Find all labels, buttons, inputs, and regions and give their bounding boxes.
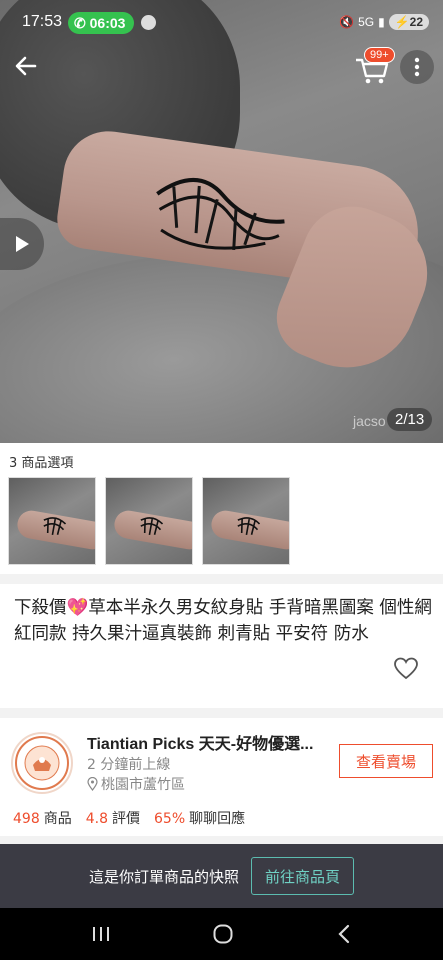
stat-value: 4.8 (85, 811, 108, 827)
section-divider (0, 836, 443, 844)
status-right: 🔇 5G ▮ ⚡22 (339, 14, 429, 30)
gallery-page-indicator: 2/13 (387, 408, 433, 431)
image-watermark: jacso (353, 413, 386, 429)
more-button[interactable] (400, 50, 434, 84)
more-vertical-icon (414, 57, 420, 77)
stat-label: 評價 (112, 811, 140, 827)
shop-location-text: 桃園市蘆竹區 (101, 777, 185, 793)
stat-value: 65% (154, 811, 186, 827)
cart-badge: 99+ (364, 47, 395, 63)
view-shop-button[interactable]: 查看賣場 (339, 744, 433, 778)
thumb-tattoo (237, 517, 261, 536)
thumb-tattoo (43, 517, 67, 536)
go-to-product-button[interactable]: 前往商品頁 (251, 857, 355, 895)
shop-name[interactable]: Tiantian Picks 天天-好物優選... (87, 730, 327, 754)
home-icon[interactable] (212, 923, 234, 945)
thumb-tattoo (140, 517, 164, 536)
shop-avatar[interactable] (11, 732, 73, 794)
phone-icon: ✆ (74, 15, 90, 31)
call-indicator[interactable]: ✆ 06:03 (68, 12, 135, 34)
variant-count-label: 3 商品選項 (9, 456, 74, 471)
stat-products[interactable]: 498 商品 (13, 808, 72, 828)
section-divider (0, 574, 443, 584)
shop-last-active: 2 分鐘前上線 (87, 757, 171, 773)
stat-chat-response[interactable]: 65% 聊聊回應 (154, 808, 245, 828)
section-divider (0, 708, 443, 718)
shop-location: 桃園市蘆竹區 (87, 774, 185, 794)
stat-rating[interactable]: 4.8 評價 (86, 808, 140, 828)
recent-apps-icon[interactable] (91, 925, 111, 943)
play-icon (16, 236, 29, 252)
shop-logo (15, 736, 69, 790)
snapshot-bar: 這是你訂單商品的快照 前往商品頁 (0, 844, 443, 908)
back-button[interactable] (8, 48, 44, 84)
variant-thumbnail-1[interactable] (8, 477, 96, 565)
back-arrow-icon (15, 56, 37, 76)
heart-icon (394, 657, 418, 680)
messenger-icon (141, 15, 156, 30)
like-button[interactable] (393, 656, 419, 682)
product-title: 下殺價💖草本半永久男女紋身貼 手背暗黑圖案 個性網紅同款 持久果汁逼真裝飾 刺青… (14, 598, 432, 644)
variant-thumbnail-2[interactable] (105, 477, 193, 565)
call-duration: 06:03 (89, 15, 126, 31)
status-bar: 17:53 ✆ 06:03 🔇 5G ▮ ⚡22 (0, 0, 443, 46)
system-nav-bar (0, 908, 443, 960)
nav-back-icon[interactable] (336, 924, 352, 944)
stat-label: 聊聊回應 (189, 811, 246, 827)
status-time: 17:53 (22, 13, 63, 30)
location-pin-icon (87, 777, 98, 791)
shop-stats: 498 商品 4.8 評價 65% 聊聊回應 (13, 808, 245, 828)
stat-value: 498 (13, 811, 40, 827)
snapshot-notice: 這是你訂單商品的快照 (88, 867, 239, 886)
variant-section: 3 商品選項 (0, 443, 443, 573)
stat-label: 商品 (43, 811, 72, 827)
battery-level: 22 (409, 15, 423, 29)
network-label: 5G (358, 15, 375, 29)
battery-indicator: ⚡22 (388, 14, 429, 30)
signal-icon: ▮ (378, 15, 385, 29)
mute-icon: 🔇 (339, 15, 355, 29)
variant-thumbnail-3[interactable] (202, 477, 290, 565)
